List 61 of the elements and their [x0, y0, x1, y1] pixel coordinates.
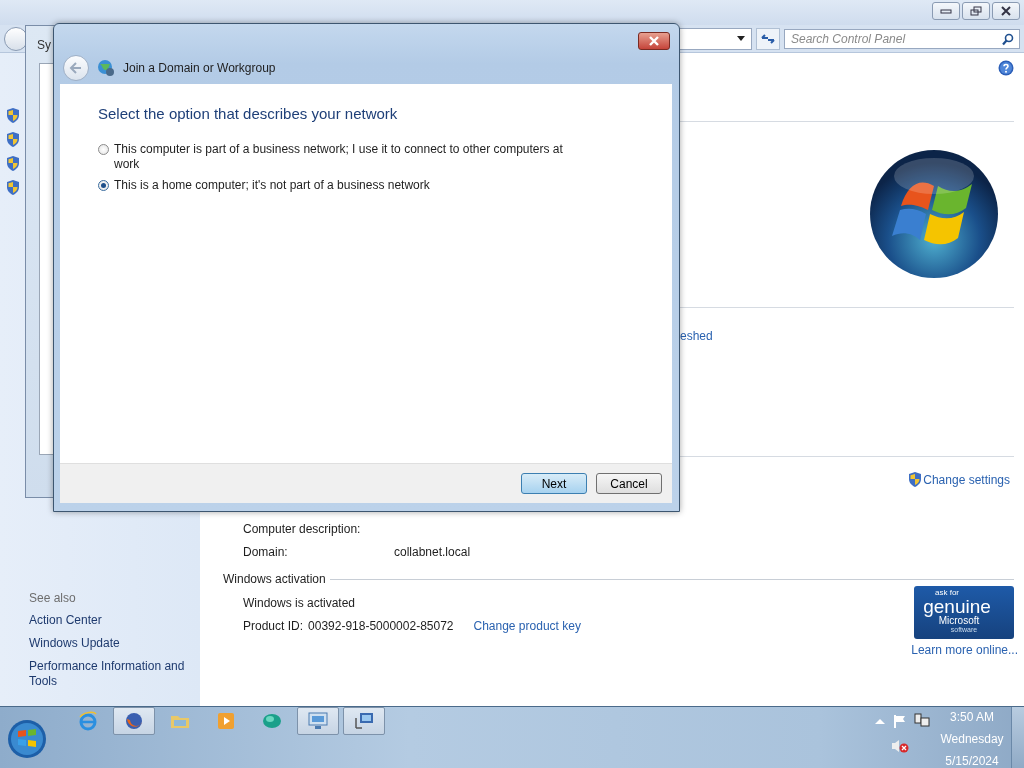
wizard-heading: Select the option that describes your network	[98, 105, 399, 122]
shield-icon	[6, 180, 20, 195]
orb-icon	[262, 713, 282, 729]
show-desktop-button[interactable]	[1011, 707, 1024, 768]
taskbar-button[interactable]	[343, 707, 385, 735]
change-settings-link[interactable]: Change settings	[908, 472, 1010, 487]
field-value: collabnet.local	[394, 544, 471, 559]
network-globe-icon	[97, 59, 115, 77]
search-icon	[1002, 32, 1014, 46]
next-button[interactable]: Next	[521, 473, 587, 494]
minimize-button[interactable]	[932, 2, 960, 20]
shield-icon	[6, 108, 20, 123]
back-button[interactable]	[4, 26, 28, 51]
cancel-button[interactable]: Cancel	[596, 473, 662, 494]
field-value: 00392-918-5000002-85072	[308, 618, 454, 633]
sidebar-link[interactable]: Windows Update	[29, 636, 194, 651]
close-button[interactable]	[992, 2, 1020, 20]
learn-more-link[interactable]: Learn more online...	[911, 643, 1018, 657]
monitor-icon	[308, 712, 328, 730]
activation-status: Windows is activated	[243, 595, 356, 610]
close-icon	[648, 36, 660, 46]
close-icon	[1000, 6, 1012, 16]
restore-button[interactable]	[962, 2, 990, 20]
field-label: Computer description:	[243, 521, 362, 536]
back-arrow-icon	[69, 62, 83, 74]
close-button[interactable]	[638, 32, 670, 50]
sidebar-link[interactable]: Performance Information and Tools	[29, 659, 194, 689]
refresh-icon	[760, 32, 776, 45]
restore-icon	[970, 6, 982, 16]
play-tile-icon	[217, 712, 235, 730]
taskbar-button[interactable]	[297, 707, 339, 735]
network-icon[interactable]	[914, 713, 930, 729]
radio-button[interactable]	[98, 144, 109, 155]
refresh-button[interactable]	[756, 27, 780, 50]
status-text[interactable]: eshed	[680, 329, 713, 343]
change-product-key-link[interactable]: Change product key	[473, 618, 581, 633]
field-label: Domain:	[243, 544, 289, 559]
shield-icon	[6, 156, 20, 171]
sidebar-link[interactable]: Action Center	[29, 613, 194, 628]
radio-button[interactable]	[98, 180, 109, 191]
dialog-title: Join a Domain or Workgroup	[123, 61, 276, 75]
minimize-icon	[940, 7, 952, 15]
shield-icon	[6, 132, 20, 147]
option-label[interactable]: This is a home computer; it's not part of a business network	[114, 178, 430, 193]
speaker-muted-icon[interactable]	[891, 739, 909, 753]
see-also-heading: See also	[29, 591, 77, 605]
taskbar-button[interactable]	[113, 707, 155, 735]
option-label[interactable]: This computer is part of a business network; I use it to connect to other computers at work	[114, 142, 568, 172]
fox-globe-icon	[124, 711, 144, 731]
shield-icon	[908, 472, 923, 487]
network-monitor-icon	[354, 712, 374, 730]
field-label: Product ID:	[243, 618, 304, 633]
flag-icon[interactable]	[893, 714, 907, 728]
back-button[interactable]	[63, 55, 89, 81]
show-hidden-icons-button[interactable]	[875, 718, 885, 724]
start-button[interactable]	[7, 719, 47, 759]
section-heading: Windows activation	[223, 572, 326, 586]
help-icon[interactable]	[998, 60, 1014, 76]
e-globe-icon	[78, 711, 98, 731]
window-title: Sy	[37, 38, 51, 52]
search-field[interactable]: Search Control Panel	[784, 28, 1020, 49]
